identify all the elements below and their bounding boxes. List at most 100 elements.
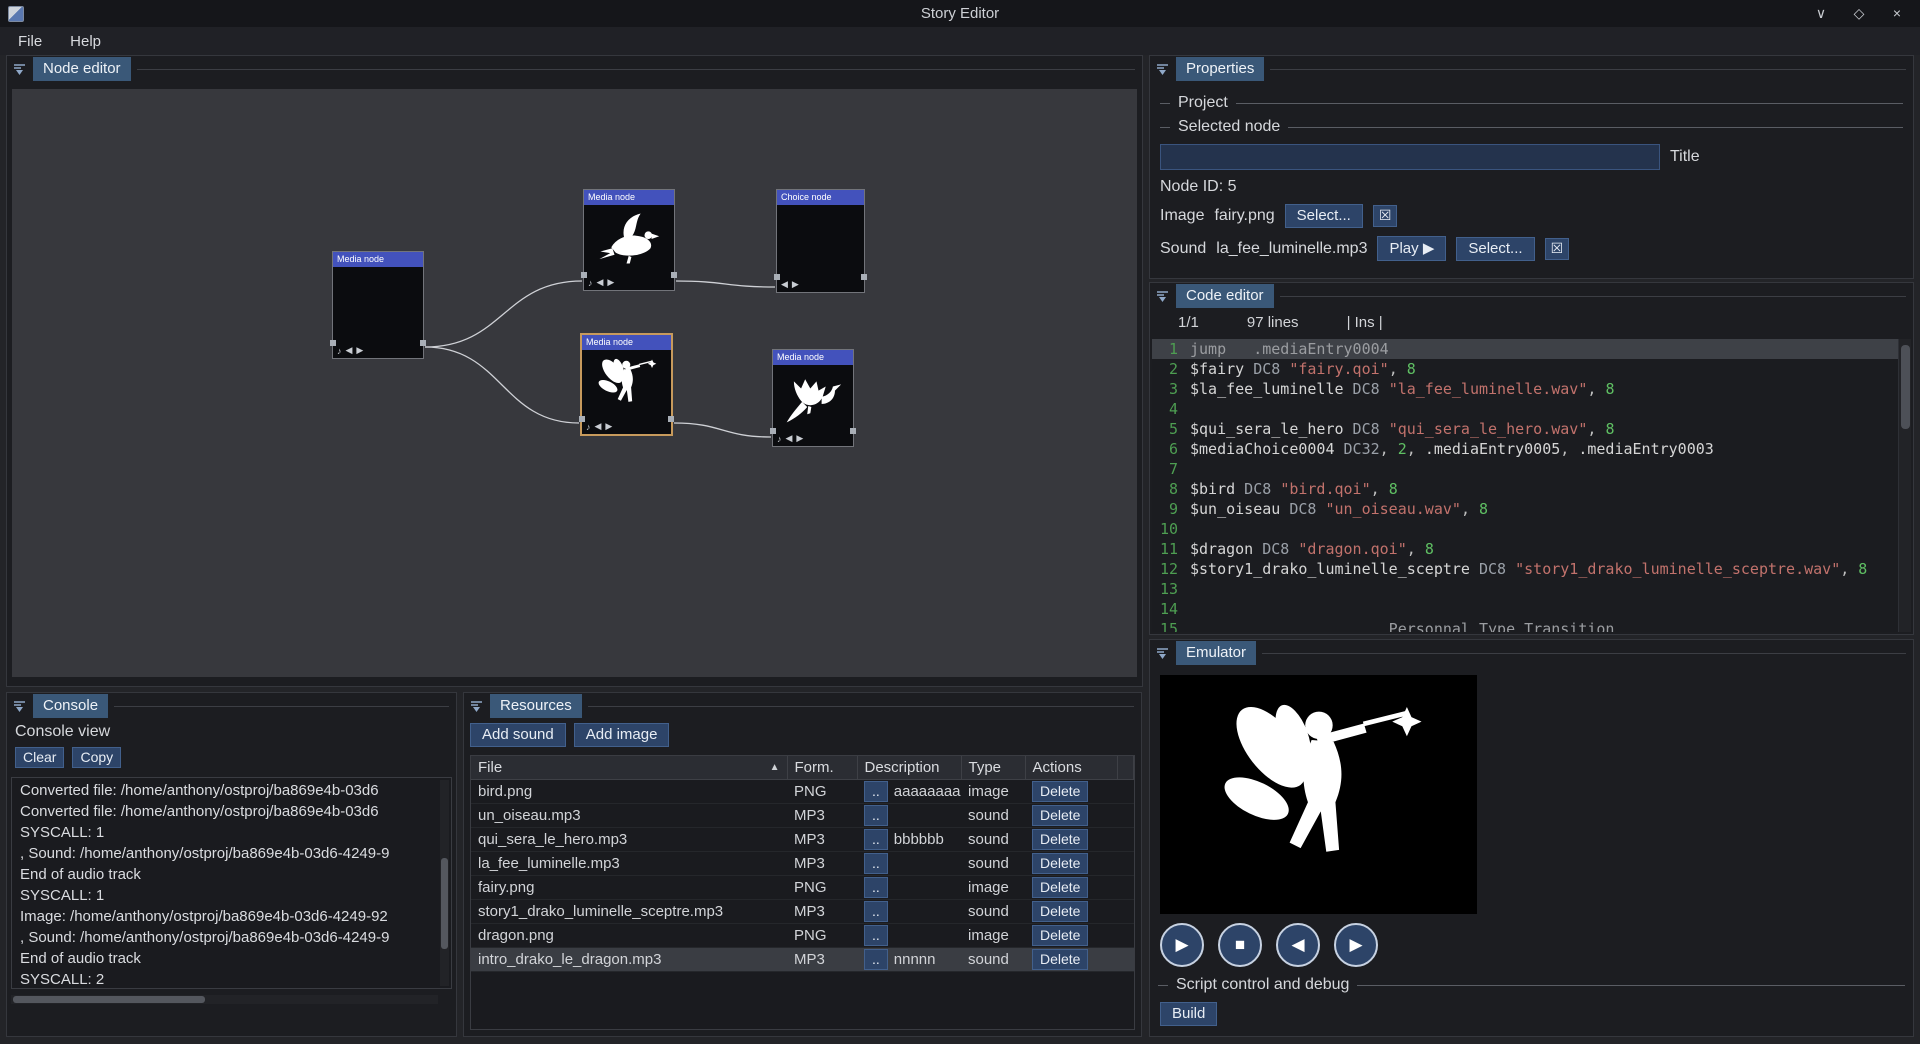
sound-play-button[interactable]: Play ▶ <box>1377 236 1446 261</box>
output-port[interactable] <box>668 416 674 422</box>
node-mini-controls[interactable]: ♪◀▶ <box>337 345 419 356</box>
table-row[interactable]: bird.pngPNG..aaaaaaaaaimageDelete <box>471 780 1134 804</box>
node-bird[interactable]: Media node♪◀▶ <box>583 189 675 291</box>
table-row[interactable]: story1_drako_luminelle_sceptre.mp3MP3..s… <box>471 900 1134 924</box>
panel-collapse-icon[interactable] <box>1155 62 1170 77</box>
maximize-button[interactable]: ◇ <box>1850 5 1868 22</box>
code-area[interactable]: 1jump .mediaEntry00042$fairy DC8 "fairy.… <box>1152 339 1911 632</box>
table-row[interactable]: la_fee_luminelle.mp3MP3..soundDelete <box>471 852 1134 876</box>
step-back-button[interactable]: ◀ <box>1276 923 1320 967</box>
node-media[interactable]: Media node♪◀▶ <box>332 251 424 359</box>
input-port[interactable] <box>330 340 336 346</box>
delete-button[interactable]: Delete <box>1032 877 1088 898</box>
input-port[interactable] <box>579 416 585 422</box>
delete-button[interactable]: Delete <box>1032 829 1088 850</box>
menu-help[interactable]: Help <box>60 30 111 53</box>
build-button[interactable]: Build <box>1160 1002 1217 1026</box>
menu-file[interactable]: File <box>8 30 52 53</box>
panel-collapse-icon[interactable] <box>1155 646 1170 661</box>
edit-description-button[interactable]: .. <box>864 853 888 874</box>
output-port[interactable] <box>671 272 677 278</box>
close-button[interactable]: × <box>1888 5 1906 22</box>
step-forward-button[interactable]: ▶ <box>1334 923 1378 967</box>
prev-mini-icon[interactable]: ◀ <box>346 345 353 356</box>
column-header-file[interactable]: File▲ <box>471 756 787 780</box>
table-row[interactable]: un_oiseau.mp3MP3..soundDelete <box>471 804 1134 828</box>
console-vscrollbar-thumb[interactable] <box>441 858 448 949</box>
input-port[interactable] <box>581 272 587 278</box>
input-port[interactable] <box>774 274 780 280</box>
resources-tab[interactable]: Resources <box>490 694 582 718</box>
delete-button[interactable]: Delete <box>1032 853 1088 874</box>
delete-button[interactable]: Delete <box>1032 925 1088 946</box>
clear-button[interactable]: Clear <box>15 747 64 768</box>
node-mini-controls[interactable]: ♪◀▶ <box>586 421 667 432</box>
node-mini-controls[interactable]: ◀▶ <box>781 279 860 290</box>
column-header-description[interactable]: Description <box>857 756 961 780</box>
add-image-button[interactable]: Add image <box>574 723 670 747</box>
node-editor-tab[interactable]: Node editor <box>33 57 131 81</box>
panel-collapse-icon[interactable] <box>469 699 484 714</box>
image-clear-icon[interactable]: ☒ <box>1373 205 1398 227</box>
console-hscrollbar-thumb[interactable] <box>13 996 205 1003</box>
table-row[interactable]: fairy.pngPNG..imageDelete <box>471 876 1134 900</box>
console-tab[interactable]: Console <box>33 694 108 718</box>
node-choice[interactable]: Choice node◀▶ <box>776 189 865 293</box>
edit-description-button[interactable]: .. <box>864 829 888 850</box>
next-mini-icon[interactable]: ▶ <box>796 433 803 444</box>
edit-description-button[interactable]: .. <box>864 901 888 922</box>
sound-select-button[interactable]: Select... <box>1456 237 1534 261</box>
minimize-button[interactable]: ∨ <box>1812 5 1830 22</box>
code-scrollbar-thumb[interactable] <box>1901 345 1910 429</box>
title-input[interactable] <box>1160 144 1660 170</box>
emulator-tab[interactable]: Emulator <box>1176 641 1256 665</box>
column-header-type[interactable]: Type <box>961 756 1025 780</box>
console-vscrollbar[interactable] <box>440 780 449 986</box>
table-row[interactable]: intro_drako_le_dragon.mp3MP3..nnnnnsound… <box>471 948 1134 972</box>
code-scrollbar[interactable] <box>1898 339 1911 632</box>
code-editor-tab[interactable]: Code editor <box>1176 284 1274 308</box>
copy-button[interactable]: Copy <box>72 747 121 768</box>
title-label: Title <box>1670 148 1700 166</box>
delete-button[interactable]: Delete <box>1032 949 1088 970</box>
edit-description-button[interactable]: .. <box>864 781 888 802</box>
table-row[interactable]: qui_sera_le_hero.mp3MP3..bbbbbbsoundDele… <box>471 828 1134 852</box>
add-sound-button[interactable]: Add sound <box>470 723 566 747</box>
play-button[interactable]: ▶ <box>1160 923 1204 967</box>
stop-button[interactable]: ■ <box>1218 923 1262 967</box>
edit-description-button[interactable]: .. <box>864 877 888 898</box>
image-select-button[interactable]: Select... <box>1285 204 1363 228</box>
node-fairy[interactable]: Media node♪◀▶ <box>580 333 673 436</box>
node-mini-controls[interactable]: ♪◀▶ <box>777 433 849 444</box>
prev-mini-icon[interactable]: ◀ <box>786 433 793 444</box>
table-row[interactable]: dragon.pngPNG..imageDelete <box>471 924 1134 948</box>
next-mini-icon[interactable]: ▶ <box>356 345 363 356</box>
prev-mini-icon[interactable]: ◀ <box>781 279 788 290</box>
column-header-actions[interactable]: Actions <box>1025 756 1117 780</box>
panel-collapse-icon[interactable] <box>12 699 27 714</box>
next-mini-icon[interactable]: ▶ <box>792 279 799 290</box>
node-dragon[interactable]: Media node♪◀▶ <box>772 349 854 447</box>
node-canvas[interactable]: Media node♪◀▶Media node♪◀▶Choice node◀▶M… <box>12 89 1137 677</box>
edit-description-button[interactable]: .. <box>864 925 888 946</box>
edit-description-button[interactable]: .. <box>864 949 888 970</box>
panel-collapse-icon[interactable] <box>1155 289 1170 304</box>
sound-clear-icon[interactable]: ☒ <box>1545 238 1570 260</box>
delete-button[interactable]: Delete <box>1032 781 1088 802</box>
delete-button[interactable]: Delete <box>1032 901 1088 922</box>
next-mini-icon[interactable]: ▶ <box>607 277 614 288</box>
edit-description-button[interactable]: .. <box>864 805 888 826</box>
column-header-format[interactable]: Form. <box>787 756 857 780</box>
output-port[interactable] <box>861 274 867 280</box>
prev-mini-icon[interactable]: ◀ <box>595 421 602 432</box>
properties-tab[interactable]: Properties <box>1176 57 1264 81</box>
prev-mini-icon[interactable]: ◀ <box>597 277 604 288</box>
output-port[interactable] <box>850 428 856 434</box>
panel-collapse-icon[interactable] <box>12 62 27 77</box>
console-hscrollbar[interactable] <box>11 995 438 1004</box>
delete-button[interactable]: Delete <box>1032 805 1088 826</box>
node-mini-controls[interactable]: ♪◀▶ <box>588 277 670 288</box>
output-port[interactable] <box>420 340 426 346</box>
next-mini-icon[interactable]: ▶ <box>605 421 612 432</box>
input-port[interactable] <box>770 428 776 434</box>
